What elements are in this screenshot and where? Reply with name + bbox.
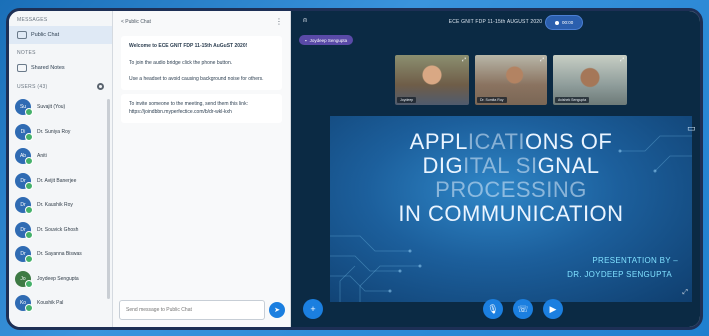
control-bar: + 🎙 ☏ ▶	[291, 295, 700, 319]
avatar: Dr	[15, 246, 33, 264]
presenter-tag: ▪ Joydeep Sengupta	[299, 35, 354, 45]
gear-icon[interactable]	[97, 83, 104, 90]
audio-bridge-text: To join the audio bridge click the phone…	[129, 59, 233, 66]
send-button[interactable]: ➤	[269, 302, 285, 318]
headset-text: Use a headset to avoid causing backgroun…	[129, 76, 264, 82]
presenter-name: DR. JOYDEEP SENGUPTA	[567, 270, 672, 279]
slide-title-2b: ITAL SI	[463, 153, 538, 178]
user-name: Dr. Sayanna Biswas	[37, 251, 82, 258]
user-list-scrollbar[interactable]	[107, 99, 110, 299]
users-header-label: USERS (43)	[17, 83, 48, 90]
avatar: Di	[15, 123, 33, 141]
camera-button[interactable]: ▶	[543, 299, 563, 319]
expand-icon[interactable]: ⤢	[540, 57, 544, 63]
chat-back-link[interactable]: < Public Chat	[121, 19, 151, 25]
users-header: USERS (43)	[9, 77, 112, 93]
shared-notes-item[interactable]: Shared Notes	[9, 59, 112, 77]
user-row[interactable]: Dr Dr. Avijit Banerjee	[9, 169, 112, 194]
slide-title-1c: ONS OF	[525, 129, 613, 154]
presenter-icon: ▪	[305, 37, 307, 43]
avatar: Su	[15, 99, 33, 117]
user-row[interactable]: Su Suvajit (You)	[9, 95, 112, 120]
slide-title-2a: DIG	[422, 153, 464, 178]
meeting-title: ECE GNIT FDP 11-15th AUGUST 2020	[448, 19, 543, 25]
notes-icon	[17, 64, 27, 72]
microphone-button[interactable]: 🎙	[483, 299, 503, 319]
slide-title-1a: APPL	[409, 129, 468, 154]
add-button[interactable]: +	[303, 299, 323, 319]
slide-options-icon[interactable]: ▭	[687, 123, 700, 134]
user-list: Su Suvajit (You) Di Dr. Suniya Roy Ab Aniti…	[9, 93, 112, 327]
slide-title-2c: GNAL	[537, 153, 600, 178]
chat-header: < Public Chat ⋮	[113, 11, 290, 32]
user-name: Koushik Pal	[37, 300, 64, 307]
webcam-tile[interactable]: Avishek Sengupta ⤢	[553, 55, 627, 105]
webcam-label: Joydeep	[397, 97, 417, 103]
slide-title-3: PROCESSING	[435, 177, 587, 202]
shared-notes-label: Shared Notes	[31, 65, 65, 71]
slide-title: APPLICATIONS OF DIGITAL SIGNAL PROCESSIN…	[330, 130, 692, 226]
webcam-tile[interactable]: Joydeep ⤢	[395, 55, 469, 105]
user-icon[interactable]: ⍝	[303, 17, 307, 25]
user-row[interactable]: Ab Aniti	[9, 144, 112, 169]
presentation-slide: APPLICATIONS OF DIGITAL SIGNAL PROCESSIN…	[330, 116, 692, 302]
avatar: Ab	[15, 148, 33, 166]
public-chat-item[interactable]: Public Chat	[9, 26, 112, 44]
invite-text: To invite someone to the meeting, send t…	[129, 100, 248, 116]
user-name: Dr. Kaushik Roy	[37, 202, 73, 209]
webcam-tile[interactable]: Dr. Sumita Roy ⤢	[475, 55, 547, 105]
avatar: Dr	[15, 221, 33, 239]
record-button[interactable]: 00:00	[545, 15, 584, 30]
webcam-label: Avishek Sengupta	[555, 97, 590, 103]
user-name: Suvajit (You)	[37, 104, 66, 111]
more-options-icon[interactable]: ⋮	[275, 17, 283, 26]
messages-header: MESSAGES	[17, 17, 48, 23]
chat-input[interactable]	[119, 300, 265, 320]
notes-header: NOTES	[17, 50, 36, 56]
avatar: Ko	[15, 295, 33, 313]
record-label: 00:00	[562, 20, 574, 25]
presentation-area: ⍝ ECE GNIT FDP 11-15th AUGUST 2020 00:00…	[291, 11, 700, 327]
avatar: Dr	[15, 172, 33, 190]
public-chat-label: Public Chat	[31, 32, 60, 38]
user-row[interactable]: Dr Dr. Souvick Ghosh	[9, 218, 112, 243]
invite-message: To invite someone to the meeting, send t…	[121, 93, 282, 123]
welcome-message: Welcome to ECE GNIT FDP 11-15th AuGuST 2…	[121, 36, 282, 90]
user-name: Dr. Suniya Roy	[37, 128, 71, 135]
user-name: Dr. Avijit Banerjee	[37, 177, 77, 184]
chat-icon	[17, 31, 27, 39]
user-row[interactable]: Ko Koushik Pal	[9, 291, 112, 316]
user-row[interactable]: Di Dr. Suniya Roy	[9, 120, 112, 145]
expand-icon[interactable]: ⤢	[620, 57, 624, 63]
avatar: Dr	[15, 197, 33, 215]
user-row[interactable]: Dr Dr. Sayanna Biswas	[9, 242, 112, 267]
webcam-label: Dr. Sumita Roy	[477, 97, 507, 103]
webcam-strip: Joydeep ⤢ Dr. Sumita Roy ⤢ Avishek Sengu…	[395, 55, 627, 105]
slide-title-4: IN COMMUNICATION	[398, 201, 624, 226]
meeting-top-bar: ⍝ ECE GNIT FDP 11-15th AUGUST 2020 00:00	[291, 11, 700, 33]
user-name: Aniti	[37, 153, 47, 160]
user-row[interactable]: Dr Dr. Kaushik Roy	[9, 193, 112, 218]
avatar: Jo	[15, 270, 33, 288]
chat-panel: < Public Chat ⋮ Welcome to ECE GNIT FDP …	[113, 11, 291, 327]
expand-icon[interactable]: ⤢	[462, 57, 466, 63]
user-name: Joydeep Sengupta	[37, 275, 79, 282]
user-name: Dr. Souvick Ghosh	[37, 226, 79, 233]
app-window: MESSAGES Public Chat NOTES Shared Notes …	[6, 8, 703, 330]
phone-button[interactable]: ☏	[513, 299, 533, 319]
welcome-title: Welcome to ECE GNIT FDP 11-15th AuGuST 2…	[129, 43, 248, 49]
slide-title-1b: ICATI	[467, 129, 525, 154]
presenter-label: Joydeep Sengupta	[309, 37, 348, 43]
user-sidebar: MESSAGES Public Chat NOTES Shared Notes …	[9, 11, 113, 327]
record-dot-icon	[555, 20, 559, 25]
chat-compose: ➤	[119, 299, 285, 321]
user-row[interactable]: Jo Joydeep Sengupta	[9, 267, 112, 292]
presentation-by: PRESENTATION BY –	[592, 256, 678, 265]
